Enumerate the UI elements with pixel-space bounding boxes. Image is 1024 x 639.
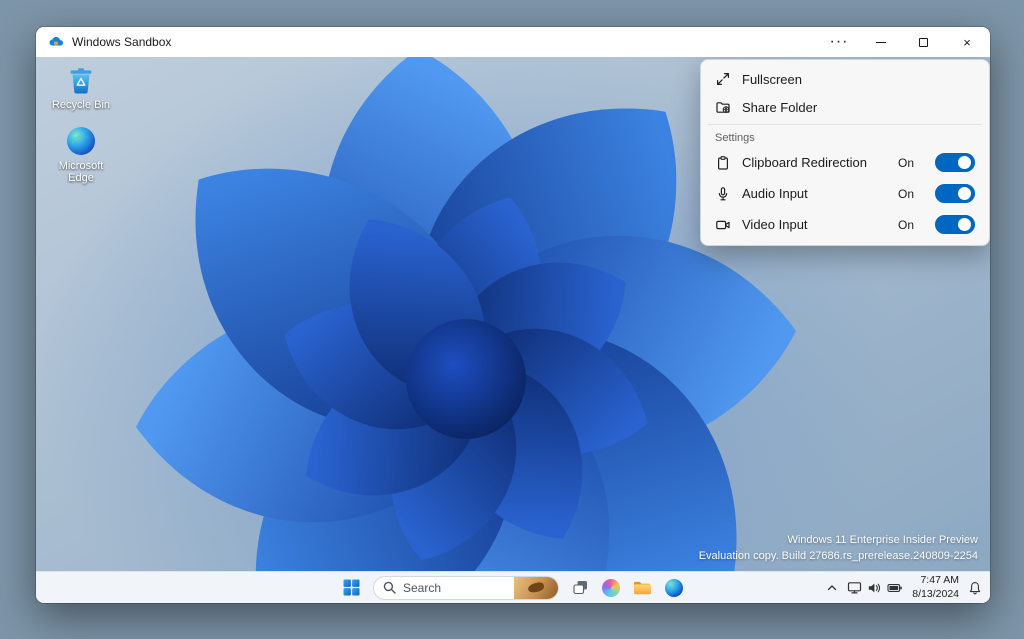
- menu-item-label: Fullscreen: [742, 71, 802, 87]
- clock-button[interactable]: 7:47 AM 8/13/2024: [912, 574, 959, 601]
- speaker-icon: [869, 583, 881, 592]
- file-explorer-icon: [634, 581, 651, 594]
- file-explorer-button[interactable]: [633, 580, 652, 596]
- fullscreen-icon: [717, 73, 729, 85]
- tray-date: 8/13/2024: [912, 587, 959, 600]
- camera-icon: [716, 220, 730, 229]
- windows-sandbox-app-icon: [48, 34, 64, 50]
- windows-logo-icon: [343, 579, 360, 596]
- menu-item-label: Share Folder: [742, 99, 818, 115]
- menu-item-audio-input: Audio Input On: [706, 178, 984, 209]
- desktop-icons: Recycle Bin Microsoft Edge: [46, 63, 116, 197]
- titlebar[interactable]: Windows Sandbox ··· ×: [36, 27, 990, 57]
- network-display-icon: [848, 581, 862, 593]
- share-folder-icon: [716, 102, 730, 113]
- setting-state: On: [897, 217, 914, 232]
- host-desktop: Windows Sandbox ··· × Recycle Bin Micros…: [0, 0, 1024, 639]
- taskbar-center: Search: [343, 572, 683, 603]
- search-icon: [383, 581, 396, 594]
- menu-item-video-input: Video Input On: [706, 209, 984, 240]
- menu-section-label: Settings: [715, 132, 755, 144]
- notification-bell-icon: [969, 581, 981, 594]
- toggle-knob: [958, 218, 971, 231]
- setting-state: On: [897, 186, 914, 201]
- tray-overflow-button[interactable]: [826, 582, 838, 594]
- sandbox-options-menu: Fullscreen Share Folder Settings Clipboa…: [700, 59, 990, 246]
- setting-state: On: [897, 155, 914, 170]
- menu-item-clipboard-redirection: Clipboard Redirection On: [706, 147, 984, 178]
- watermark-line2: Evaluation copy. Build 27686.rs_prerelea…: [698, 550, 978, 563]
- more-options-button[interactable]: ···: [818, 27, 860, 57]
- notifications-button[interactable]: [968, 581, 982, 595]
- video-input-toggle[interactable]: [935, 215, 975, 234]
- window-title: Windows Sandbox: [72, 35, 172, 49]
- chevron-up-icon: [828, 584, 837, 590]
- menu-item-fullscreen[interactable]: Fullscreen: [706, 65, 984, 93]
- evaluation-watermark: Windows 11 Enterprise Insider Preview Ev…: [699, 533, 978, 565]
- edge-taskbar-icon: [665, 578, 683, 597]
- system-tray: 7:47 AM 8/13/2024: [826, 572, 982, 603]
- recycle-bin-icon: [64, 63, 98, 97]
- clipboard-redirection-toggle[interactable]: [935, 153, 975, 172]
- maximize-icon: [918, 37, 928, 47]
- copilot-button[interactable]: [602, 578, 620, 597]
- clipboard-icon: [717, 155, 729, 170]
- sandbox-desktop[interactable]: Recycle Bin Microsoft Edge Windows 11 En…: [36, 57, 990, 571]
- minimize-button[interactable]: [860, 27, 902, 57]
- start-button[interactable]: [343, 579, 360, 596]
- tray-clock: 7:47 AM 8/13/2024: [912, 574, 959, 601]
- close-icon: ×: [963, 34, 971, 50]
- copilot-icon: [602, 578, 620, 597]
- setting-label: Clipboard Redirection: [742, 155, 868, 170]
- menu-divider: [708, 124, 982, 125]
- microphone-icon: [718, 186, 728, 200]
- tray-time: 7:47 AM: [920, 573, 959, 586]
- setting-label: Video Input: [742, 217, 808, 232]
- sandbox-client-area: Recycle Bin Microsoft Edge Windows 11 En…: [36, 57, 990, 603]
- desktop-icon-recycle-bin[interactable]: Recycle Bin: [46, 63, 116, 112]
- battery-icon: [887, 583, 903, 592]
- menu-item-share-folder[interactable]: Share Folder: [706, 93, 984, 121]
- toggle-knob: [958, 156, 971, 169]
- task-view-button[interactable]: [572, 579, 589, 596]
- watermark-line1: Windows 11 Enterprise Insider Preview: [787, 534, 978, 547]
- tray-status-group[interactable]: [847, 581, 903, 595]
- minimize-icon: [876, 41, 886, 43]
- toggle-knob: [958, 187, 971, 200]
- setting-label: Audio Input: [742, 186, 808, 201]
- edge-icon: [64, 124, 98, 158]
- close-button[interactable]: ×: [944, 27, 990, 57]
- desktop-icon-label: Recycle Bin: [51, 99, 111, 111]
- search-daily-image: [514, 576, 558, 599]
- maximize-button[interactable]: [902, 27, 944, 57]
- sandbox-taskbar: Search 7:47 AM 8/13/2024: [36, 571, 990, 603]
- search-label: Search: [403, 580, 442, 595]
- search-box[interactable]: Search: [373, 575, 559, 600]
- desktop-icon-label: Microsoft Edge: [58, 159, 104, 185]
- task-view-icon: [573, 581, 587, 595]
- more-options-icon: ···: [829, 33, 849, 50]
- desktop-icon-microsoft-edge[interactable]: Microsoft Edge: [46, 124, 116, 185]
- audio-input-toggle[interactable]: [935, 184, 975, 203]
- edge-taskbar-button[interactable]: [665, 578, 683, 597]
- windows-sandbox-window: Windows Sandbox ··· × Recycle Bin Micros…: [36, 27, 990, 603]
- window-controls: ··· ×: [818, 27, 990, 57]
